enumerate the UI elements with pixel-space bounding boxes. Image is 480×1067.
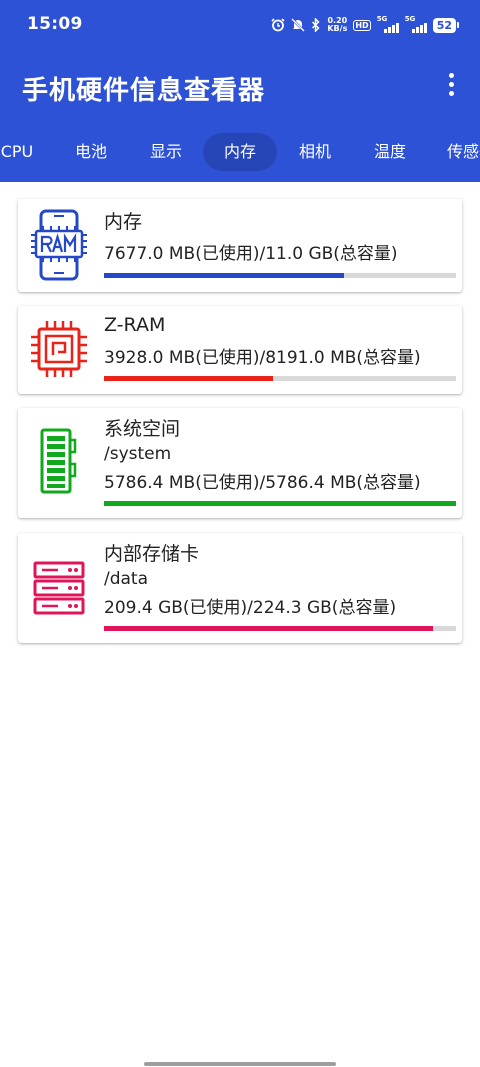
home-indicator[interactable] <box>144 1062 336 1066</box>
cpu-chip-icon <box>28 318 90 384</box>
usage-bar-fill <box>104 626 433 631</box>
tab-bar: CPU 电池 显示 内存 相机 温度 传感器 <box>0 130 480 176</box>
more-options-icon[interactable] <box>440 70 464 100</box>
tab-battery[interactable]: 电池 <box>56 133 126 171</box>
usage-bar <box>104 501 456 506</box>
usage-bar <box>104 626 456 631</box>
memory-stick-icon <box>28 426 90 502</box>
battery-icon: 52 <box>432 17 460 33</box>
app-bar: 15:09 0.20 KB/s HD 5G 5G 52 手机硬件信息查看器 CP… <box>0 0 480 182</box>
card-path: /system <box>104 444 172 464</box>
card-usage: 3928.0 MB(已使用)/8191.0 MB(总容量) <box>104 348 421 368</box>
tab-temperature[interactable]: 温度 <box>355 133 425 171</box>
signal-5g-icon-1: 5G <box>376 15 399 33</box>
hd-badge: HD <box>353 19 371 31</box>
usage-bar <box>104 376 456 381</box>
card-usage: 209.4 GB(已使用)/224.3 GB(总容量) <box>104 598 397 618</box>
usage-bar-fill <box>104 376 273 381</box>
net-speed: 0.20 KB/s <box>327 17 347 33</box>
tab-camera[interactable]: 相机 <box>280 133 350 171</box>
signal-label-2: 5G <box>404 15 416 23</box>
memory-card[interactable]: 内存 7677.0 MB(已使用)/11.0 GB(总容量) <box>18 199 462 292</box>
internal-storage-card[interactable]: 内部存储卡 /data 209.4 GB(已使用)/224.3 GB(总容量) <box>18 533 462 643</box>
usage-bar <box>104 273 456 278</box>
card-title: 系统空间 <box>104 418 181 440</box>
server-storage-icon <box>28 559 90 623</box>
usage-bar-fill <box>104 501 456 506</box>
card-title: 内部存储卡 <box>104 543 200 565</box>
card-usage: 7677.0 MB(已使用)/11.0 GB(总容量) <box>104 244 398 264</box>
card-title: Z-RAM <box>104 314 166 336</box>
usage-bar-fill <box>104 273 344 278</box>
card-usage: 5786.4 MB(已使用)/5786.4 MB(总容量) <box>104 473 421 493</box>
tab-cpu[interactable]: CPU <box>0 133 48 171</box>
card-path: /data <box>104 569 149 589</box>
tab-display[interactable]: 显示 <box>131 133 201 171</box>
status-bar: 15:09 0.20 KB/s HD 5G 5G 52 <box>0 0 480 48</box>
net-speed-unit: KB/s <box>327 24 348 33</box>
signal-label-1: 5G <box>376 15 388 23</box>
zram-card[interactable]: Z-RAM 3928.0 MB(已使用)/8191.0 MB(总容量) <box>18 306 462 394</box>
tab-memory[interactable]: 内存 <box>203 133 277 171</box>
card-title: 内存 <box>104 211 143 233</box>
system-space-card[interactable]: 系统空间 /system 5786.4 MB(已使用)/5786.4 MB(总容… <box>18 408 462 518</box>
tab-sensor[interactable]: 传感器 <box>447 133 480 171</box>
signal-5g-icon-2: 5G <box>404 15 427 33</box>
status-icons: 0.20 KB/s HD 5G 5G 52 <box>271 15 460 35</box>
alarm-icon <box>271 18 285 32</box>
app-title: 手机硬件信息查看器 <box>22 76 266 106</box>
mute-bell-icon <box>291 18 306 32</box>
bluetooth-icon <box>311 18 321 32</box>
status-time: 15:09 <box>27 14 83 34</box>
ram-phone-icon <box>28 209 90 285</box>
